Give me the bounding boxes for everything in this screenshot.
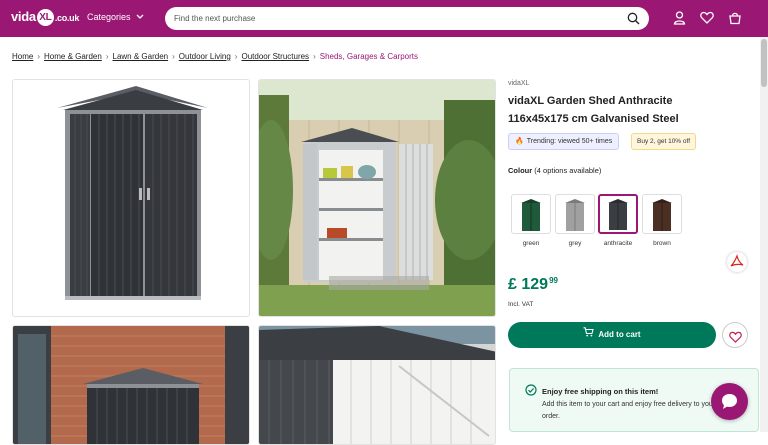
breadcrumb-lawn-garden[interactable]: Lawn & Garden <box>113 52 169 61</box>
chat-bubble-icon <box>720 392 739 416</box>
colour-swatch-anthracite[interactable] <box>598 194 638 234</box>
product-price: £ 12999 <box>508 276 558 294</box>
colour-label-grey: grey <box>568 240 582 247</box>
page-scrollbar[interactable] <box>760 37 768 432</box>
product-title: vidaXL Garden Shed Anthracite 116x45x175… <box>508 95 679 125</box>
logo-mark: XL <box>36 9 54 27</box>
heart-icon[interactable] <box>700 11 714 29</box>
colour-label-anthracite: anthracite <box>603 240 633 247</box>
basket-icon[interactable] <box>728 11 742 30</box>
price-main: 129 <box>521 276 549 293</box>
fire-icon: 🔥 <box>515 138 524 145</box>
top-bar: vida XL .co.uk Categories <box>0 0 768 37</box>
wishlist-button[interactable] <box>722 322 748 348</box>
colour-swatch-brown[interactable] <box>642 194 682 234</box>
chevron-right-icon: › <box>37 52 41 61</box>
chevron-right-icon: › <box>234 52 238 61</box>
product-image-shed-garden[interactable] <box>258 79 496 317</box>
product-brand[interactable]: vidaXL <box>508 80 529 87</box>
product-image-shed-front[interactable] <box>12 79 250 317</box>
product-image-shed-detail[interactable] <box>258 325 496 445</box>
logo-text: vida <box>11 9 36 24</box>
breadcrumb-current: Sheds, Garages & Carports <box>319 52 419 61</box>
breadcrumb: Home › Home & Garden › Lawn & Garden › Outdoor… <box>12 52 418 61</box>
scrollbar-thumb[interactable] <box>761 39 767 87</box>
chevron-down-icon <box>136 12 144 22</box>
chevron-right-icon: › <box>313 52 316 61</box>
product-image-shed-brick[interactable] <box>12 325 250 445</box>
colour-options-count: (4 options available) <box>534 166 602 175</box>
search-icon[interactable] <box>627 12 640 30</box>
user-icon[interactable] <box>673 11 686 30</box>
promo-badge[interactable]: Buy 2, get 10% off <box>631 133 696 150</box>
shipping-text: Add this item to your cart and enjoy fre… <box>542 401 716 420</box>
price-currency: £ <box>508 276 517 293</box>
colour-swatch-grey[interactable] <box>555 194 595 234</box>
breadcrumb-home[interactable]: Home <box>12 52 33 61</box>
search-input[interactable] <box>174 11 614 26</box>
categories-label: Categories <box>87 12 131 22</box>
colour-label-title: Colour <box>508 166 533 175</box>
colour-swatch-green[interactable] <box>511 194 551 234</box>
chat-button[interactable] <box>711 383 748 420</box>
breadcrumb-outdoor-structures[interactable]: Outdoor Structures <box>241 52 309 61</box>
logo-domain: .co.uk <box>54 13 80 23</box>
heart-icon <box>729 330 742 348</box>
colour-label: Colour (4 options available) <box>508 166 601 175</box>
trending-badge: 🔥 Trending: viewed 50+ times <box>508 133 620 150</box>
colour-label-brown: brown <box>653 240 671 247</box>
add-to-cart-label: Add to cart <box>598 330 641 340</box>
shipping-title: Enjoy free shipping on this item! <box>542 387 659 396</box>
categories-menu[interactable]: Categories <box>87 12 144 22</box>
chevron-right-icon: › <box>105 52 109 61</box>
search-bar <box>165 7 649 30</box>
vat-note: Incl. VAT <box>508 301 534 308</box>
cart-icon <box>583 322 595 348</box>
add-to-cart-button[interactable]: Add to cart <box>508 322 716 348</box>
colour-label-green: green <box>522 240 540 247</box>
breadcrumb-outdoor-living[interactable]: Outdoor Living <box>179 52 231 61</box>
price-cents: 99 <box>549 276 558 285</box>
chevron-right-icon: › <box>172 52 175 61</box>
breadcrumb-home-garden[interactable]: Home & Garden <box>44 52 102 61</box>
trending-text: Trending: viewed 50+ times <box>526 138 613 145</box>
check-circle-icon <box>525 383 537 401</box>
vidaxl-logo[interactable]: vida XL .co.uk <box>11 9 80 27</box>
pdf-icon[interactable] <box>727 252 747 272</box>
